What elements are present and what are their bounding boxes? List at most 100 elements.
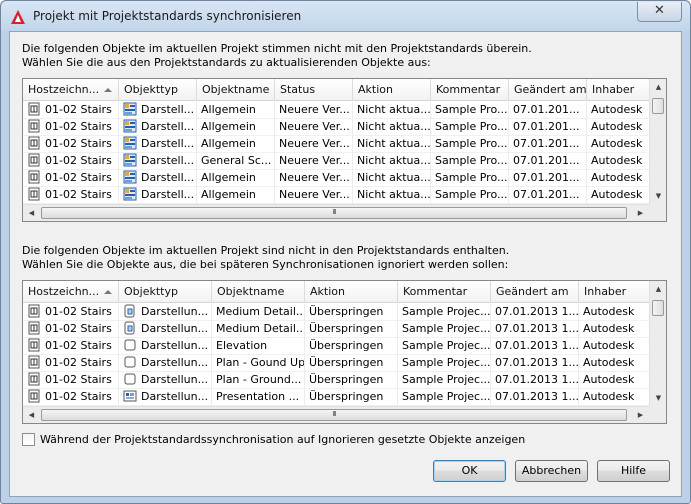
table-row[interactable]: 01-02 Stairs Darstell... Allgemein Neuere V… (23, 102, 651, 119)
column-header[interactable]: Hostzeichn... (23, 281, 119, 303)
drawing-file-icon (28, 102, 40, 116)
table-row[interactable]: 01-02 Stairs Darstell... Allgemein Neuere V… (23, 187, 651, 204)
section2-line1: Die folgenden Objekte im aktuellen Proje… (22, 244, 510, 257)
scroll-thumb[interactable] (652, 98, 664, 114)
vertical-scrollbar[interactable]: ▲ ▼ (649, 281, 666, 407)
cell-text: Überspringen (309, 339, 384, 352)
cell-text: Medium Detail... (216, 322, 305, 335)
cell-text: 01-02 Stairs (45, 390, 112, 403)
column-header[interactable]: Geändert am (491, 281, 579, 303)
scroll-thumb[interactable]: III (41, 207, 627, 219)
column-header[interactable]: Aktion (305, 281, 398, 303)
table-row[interactable]: 01-02 Stairs Darstellun... Plan - Gound Up… (23, 355, 654, 372)
cell-text: Allgemein (201, 188, 256, 201)
cell-text: Darstellun... (141, 339, 209, 352)
cancel-button[interactable]: Abbrechen (515, 460, 588, 482)
scroll-left-icon[interactable]: ◀ (23, 407, 40, 423)
horizontal-scrollbar[interactable]: ◀ III ▶ (23, 406, 649, 423)
scroll-left-icon[interactable]: ◀ (23, 205, 40, 221)
column-header[interactable]: Aktion (353, 79, 431, 101)
scroll-right-icon[interactable]: ▶ (632, 205, 649, 221)
section1-line1: Die folgenden Objekte im aktuellen Proje… (22, 42, 532, 55)
scroll-thumb[interactable] (652, 300, 664, 316)
column-header[interactable]: Inhaber (587, 79, 651, 101)
scroll-down-icon[interactable]: ▼ (650, 188, 666, 205)
table-cell: 01-02 Stairs (23, 119, 119, 136)
scroll-right-icon[interactable]: ▶ (632, 407, 649, 423)
table-cell: Nicht aktua... (353, 119, 431, 136)
table-row[interactable]: 01-02 Stairs Darstell... Allgemein Neuere V… (23, 119, 651, 136)
column-header[interactable]: Hostzeichn... (23, 79, 119, 101)
show-ignored-option[interactable]: Während der Projektstandardssynchronisat… (22, 433, 525, 446)
table-cell: Allgemein (197, 136, 275, 153)
cell-text: Autodesk (591, 120, 643, 133)
table-row[interactable]: 01-02 Stairs Darstellun... Presentation ..… (23, 389, 654, 406)
cell-text: 01-02 Stairs (45, 188, 112, 201)
cell-text: 01-02 Stairs (45, 356, 112, 369)
table-row[interactable]: 01-02 Stairs Darstellun... Medium Detail..… (23, 321, 654, 338)
cell-text: Nicht aktua... (357, 137, 431, 150)
table-cell: Sample Projec... (398, 321, 491, 338)
table-row[interactable]: 01-02 Stairs Darstell... General Sc... Neue… (23, 153, 651, 170)
scroll-up-icon[interactable]: ▲ (650, 79, 666, 96)
cell-text: Neuere Ver... (279, 137, 350, 150)
drawing-file-icon (28, 304, 40, 318)
table-cell: Plan - Ground... (212, 372, 305, 389)
sort-ascending-icon (104, 88, 112, 92)
table-cell: Autodesk (579, 355, 654, 372)
table-row[interactable]: 01-02 Stairs Darstell... Allgemein Neuere V… (23, 170, 651, 187)
cell-text: Sample Pro... (435, 154, 508, 167)
table-cell: 01-02 Stairs (23, 102, 119, 119)
title-bar[interactable]: Projekt mit Projektstandards synchronisi… (1, 1, 690, 31)
table-row[interactable]: 01-02 Stairs Darstell... Allgemein Neuere V… (23, 136, 651, 153)
column-header[interactable]: Status (275, 79, 353, 101)
table-cell: General Sc... (197, 153, 275, 170)
cell-text: Autodesk (583, 356, 635, 369)
column-header[interactable]: Objektname (212, 281, 305, 303)
cell-text: Autodesk (583, 322, 635, 335)
table-cell: Sample Projec... (398, 389, 491, 406)
table-row[interactable]: 01-02 Stairs Darstellun... Medium Detail..… (23, 304, 654, 321)
scroll-thumb[interactable]: III (41, 409, 627, 421)
table-cell: Autodesk (579, 338, 654, 355)
mismatch-objects-table[interactable]: Hostzeichn... Objekttyp Objektname Status Ak… (22, 78, 667, 222)
table-cell: Sample Pro... (431, 170, 509, 187)
cell-text: Allgemein (201, 137, 256, 150)
table-cell: Überspringen (305, 304, 398, 321)
table-body: 01-02 Stairs Darstellun... Medium Detail..… (23, 304, 654, 406)
drawing-file-icon (28, 338, 40, 352)
close-button[interactable]: ✕ (637, 2, 682, 22)
show-ignored-checkbox[interactable] (22, 433, 35, 446)
ok-button[interactable]: OK (433, 460, 506, 482)
cell-text: Autodesk (591, 103, 643, 116)
table-row[interactable]: 01-02 Stairs Darstellun... Plan - Ground..… (23, 372, 654, 389)
column-header[interactable]: Objekttyp (119, 79, 197, 101)
column-header[interactable]: Kommentar (431, 79, 509, 101)
scroll-up-icon[interactable]: ▲ (650, 281, 666, 298)
scroll-down-icon[interactable]: ▼ (650, 390, 666, 407)
help-button[interactable]: Hilfe (597, 460, 670, 482)
table-cell: Neuere Ver... (275, 170, 353, 187)
cell-text: Autodesk (591, 154, 643, 167)
table-cell: Nicht aktua... (353, 170, 431, 187)
table-cell: Darstell... (119, 187, 197, 204)
table-row[interactable]: 01-02 Stairs Darstellun... Elevation Übersp… (23, 338, 654, 355)
cell-text: 01-02 Stairs (45, 305, 112, 318)
cell-text: Allgemein (201, 171, 256, 184)
column-header[interactable]: Kommentar (398, 281, 491, 303)
column-header[interactable]: Geändert am (509, 79, 587, 101)
cell-text: Sample Projec... (402, 339, 491, 352)
horizontal-scrollbar[interactable]: ◀ III ▶ (23, 204, 649, 221)
autodesk-logo-icon (11, 10, 25, 24)
table-header: Hostzeichn... Objekttyp Objektname Aktion Ko… (23, 281, 654, 303)
column-header[interactable]: Objekttyp (119, 281, 212, 303)
drawing-file-icon (28, 321, 40, 335)
column-header[interactable]: Inhaber (579, 281, 654, 303)
table-cell: 07.01.2013 1... (491, 355, 579, 372)
column-header[interactable]: Objektname (197, 79, 275, 101)
vertical-scrollbar[interactable]: ▲ ▼ (649, 79, 666, 205)
missing-objects-table[interactable]: Hostzeichn... Objekttyp Objektname Aktion Ko… (22, 280, 667, 424)
cell-text: Autodesk (583, 339, 635, 352)
table-header: Hostzeichn... Objekttyp Objektname Status Ak… (23, 79, 651, 101)
dialog-body: Die folgenden Objekte im aktuellen Proje… (9, 31, 682, 497)
